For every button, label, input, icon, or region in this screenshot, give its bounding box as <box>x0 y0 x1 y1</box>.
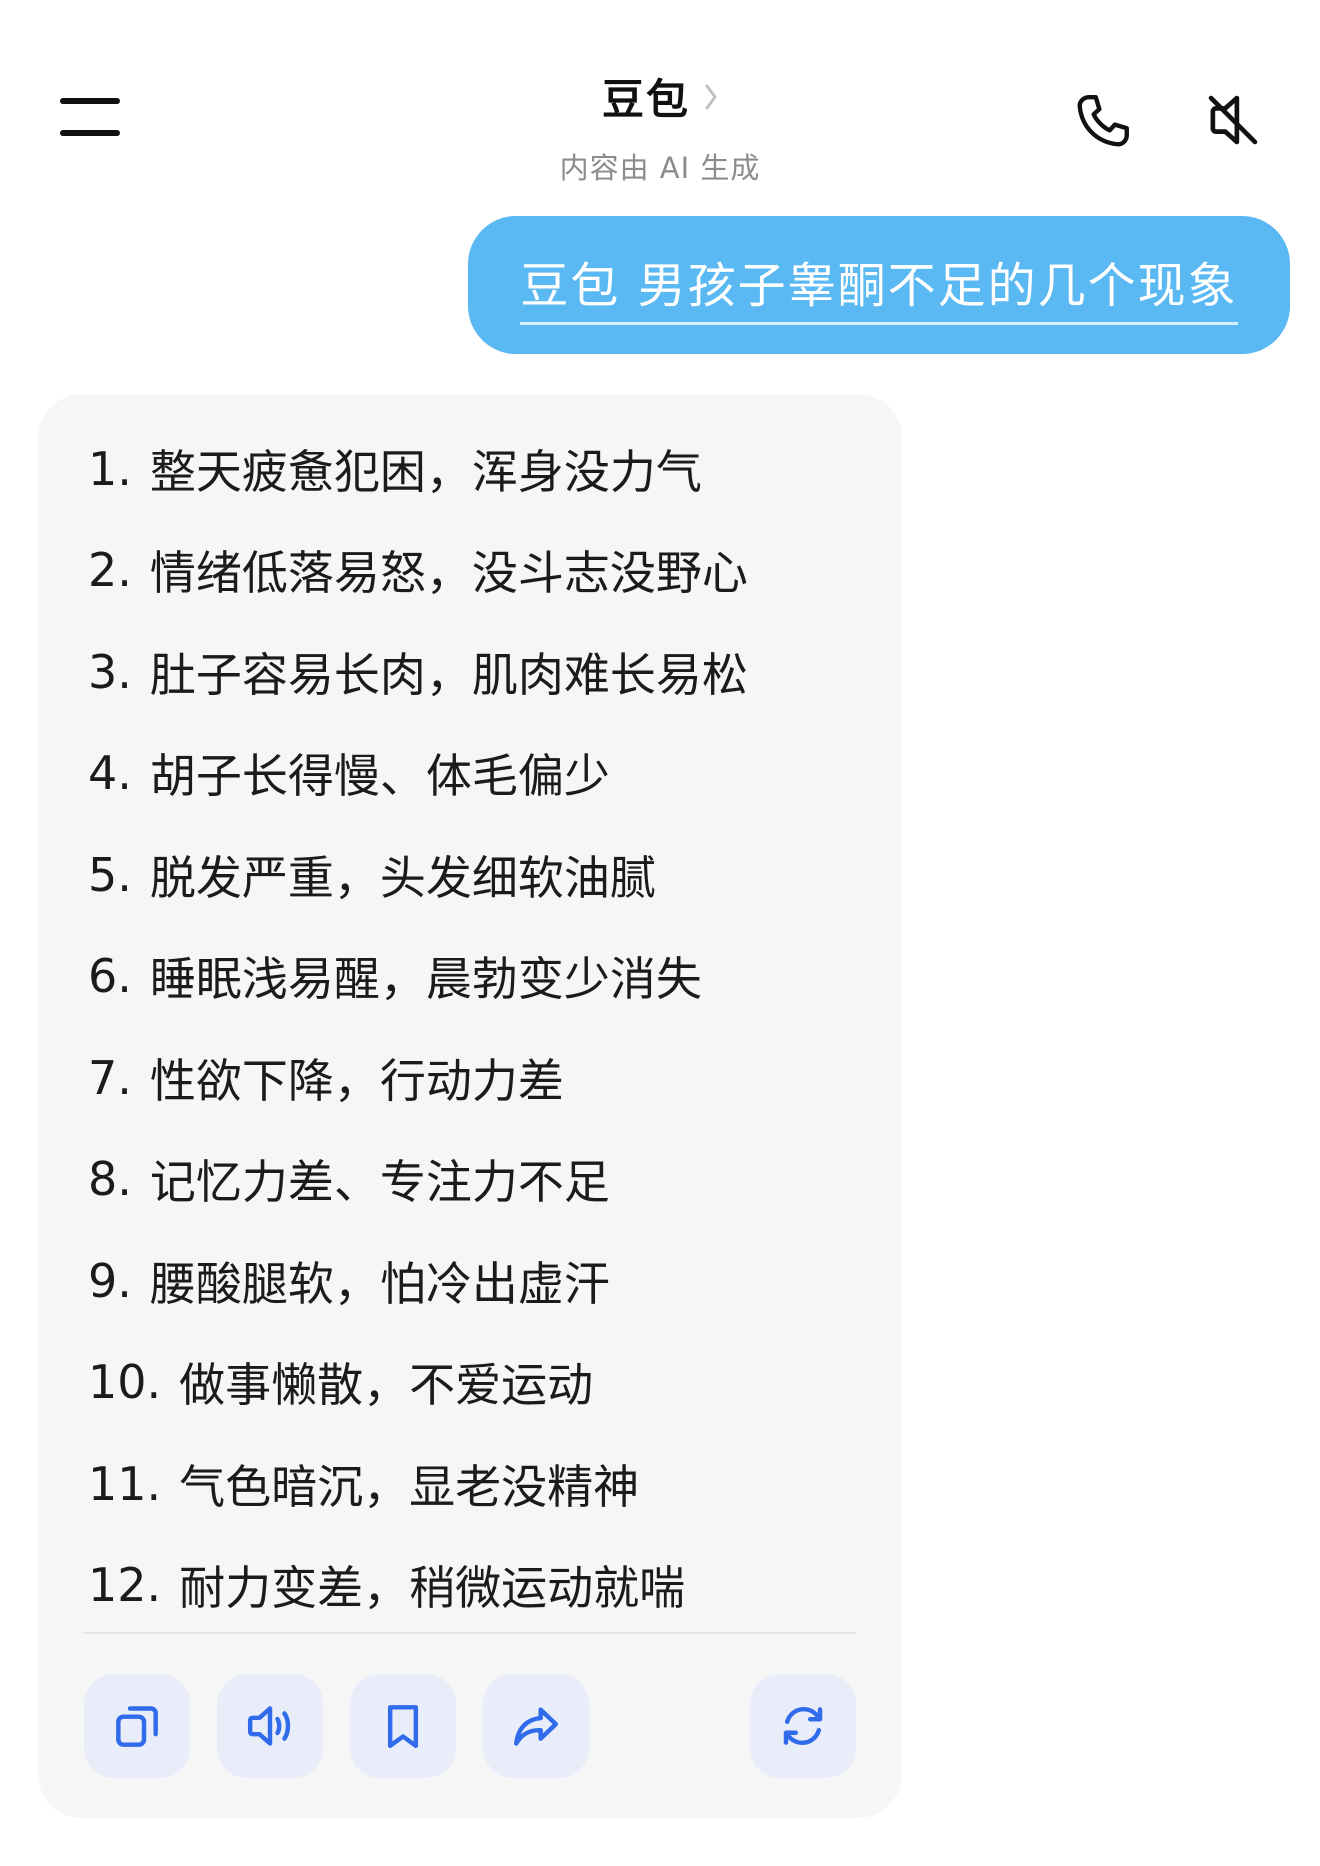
list-item-text: 腰酸腿软，怕冷出虚汗 <box>149 1256 610 1311</box>
list-item-number: 4. <box>88 746 132 801</box>
list-item: 7. 性欲下降，行动力差 <box>88 1027 748 1129</box>
list-item-text: 脱发严重，头发细软油腻 <box>149 850 656 905</box>
list-item: 9. 腰酸腿软，怕冷出虚汗 <box>88 1230 748 1332</box>
list-item-text: 耐力变差，稍微运动就喘 <box>179 1561 686 1616</box>
chevron-right-icon <box>705 84 717 109</box>
bot-title: 豆包 <box>601 75 690 124</box>
list-item-number: 10. <box>88 1355 162 1410</box>
list-item-text: 气色暗沉，显老没精神 <box>179 1459 640 1514</box>
list-item-number: 2. <box>88 543 132 598</box>
share-icon <box>513 1707 559 1746</box>
speaker-icon <box>247 1706 291 1746</box>
list-item-text: 情绪低落易怒，没斗志没野心 <box>149 546 748 601</box>
share-button[interactable] <box>483 1674 589 1778</box>
regenerate-button[interactable] <box>750 1674 856 1778</box>
bookmark-icon <box>387 1705 419 1749</box>
divider <box>84 1632 856 1634</box>
list-item: 8. 记忆力差、专注力不足 <box>88 1129 748 1231</box>
list-item: 6. 睡眠浅易醒，晨勃变少消失 <box>88 926 748 1028</box>
user-message-bubble: 豆包 男孩子睾酮不足的几个现象 <box>468 216 1290 354</box>
list-item-number: 1. <box>88 441 132 496</box>
list-item: 3. 肚子容易长肉，肌肉难长易松 <box>88 621 748 723</box>
list-item-text: 睡眠浅易醒，晨勃变少消失 <box>149 952 702 1007</box>
bot-title-button[interactable]: 豆包 <box>602 66 718 127</box>
list-item-text: 性欲下降，行动力差 <box>149 1053 564 1108</box>
ai-response-list: 1. 整天疲惫犯困，浑身没力气 2. 情绪低落易怒，没斗志没野心 3. 肚子容易长肉，… <box>88 418 748 1636</box>
list-item-text: 胡子长得慢、体毛偏少 <box>149 749 610 804</box>
user-message-text[interactable]: 豆包 男孩子睾酮不足的几个现象 <box>520 246 1238 325</box>
list-item: 2. 情绪低落易怒，没斗志没野心 <box>88 520 748 622</box>
ai-response-card: 1. 整天疲惫犯困，浑身没力气 2. 情绪低落易怒，没斗志没野心 3. 肚子容易长肉，… <box>38 394 902 1818</box>
copy-button[interactable] <box>84 1674 190 1778</box>
list-item-text: 肚子容易长肉，肌肉难长易松 <box>149 647 748 702</box>
list-item-text: 整天疲惫犯困，浑身没力气 <box>149 444 702 499</box>
phone-icon[interactable] <box>1072 90 1134 152</box>
list-item-number: 6. <box>88 949 132 1004</box>
list-item-text: 做事懒散，不爱运动 <box>179 1358 594 1413</box>
list-item-number: 5. <box>88 847 132 902</box>
speaker-muted-icon[interactable] <box>1202 88 1264 152</box>
list-item: 10. 做事懒散，不爱运动 <box>88 1332 748 1434</box>
list-item-number: 9. <box>88 1253 132 1308</box>
list-item: 5. 脱发严重，头发细软油腻 <box>88 824 748 926</box>
copy-icon <box>116 1706 158 1747</box>
read-aloud-button[interactable] <box>217 1674 323 1778</box>
list-item-number: 8. <box>88 1152 132 1207</box>
list-item-number: 11. <box>88 1456 162 1511</box>
list-item-number: 3. <box>88 644 132 699</box>
list-item: 4. 胡子长得慢、体毛偏少 <box>88 723 748 825</box>
list-item: 11. 气色暗沉，显老没精神 <box>88 1433 748 1535</box>
list-item-text: 记忆力差、专注力不足 <box>149 1155 610 1210</box>
list-item-number: 12. <box>88 1558 162 1613</box>
list-item: 1. 整天疲惫犯困，浑身没力气 <box>88 418 748 520</box>
bookmark-button[interactable] <box>350 1674 456 1778</box>
list-item-number: 7. <box>88 1050 132 1105</box>
list-item: 12. 耐力变差，稍微运动就喘 <box>88 1535 748 1637</box>
regenerate-icon <box>783 1706 823 1746</box>
